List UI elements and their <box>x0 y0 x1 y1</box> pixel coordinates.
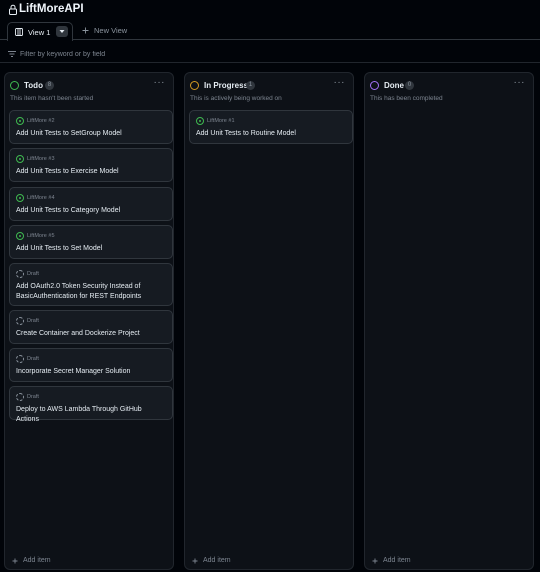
card-meta: Draft <box>16 270 39 278</box>
card[interactable]: Draft Add OAuth2.0 Token Security Instea… <box>9 263 173 306</box>
card-ref: LiftMore #3 <box>27 156 55 162</box>
column-header: In Progress 1 ··· This is actively being… <box>185 73 353 111</box>
project-title: LiftMoreAPI <box>19 3 84 15</box>
status-done-icon <box>370 81 379 90</box>
item-count: 8 <box>45 81 54 90</box>
card-meta: LiftMore #2 <box>16 117 55 125</box>
column-menu-button[interactable]: ··· <box>514 77 526 88</box>
card-ref: LiftMore #1 <box>207 118 235 124</box>
plus-icon <box>12 558 18 563</box>
draft-icon <box>16 355 24 363</box>
issue-open-icon <box>16 194 24 202</box>
column-todo: Todo 8 ··· This item hasn't been started… <box>4 72 174 570</box>
card-ref: Draft <box>27 394 39 400</box>
draft-icon <box>16 393 24 401</box>
add-item-label: Add item <box>383 557 411 564</box>
card-ref: Draft <box>27 356 39 362</box>
add-item-label: Add item <box>23 557 51 564</box>
card[interactable]: LiftMore #2 Add Unit Tests to SetGroup M… <box>9 110 173 144</box>
column-in-progress: In Progress 1 ··· This is actively being… <box>184 72 354 570</box>
filter-input[interactable] <box>20 47 520 61</box>
card-ref: LiftMore #5 <box>27 233 55 239</box>
lock-icon <box>9 4 17 15</box>
divider <box>0 62 540 63</box>
card[interactable]: LiftMore #5 Add Unit Tests to Set Model <box>9 225 173 259</box>
card-title[interactable]: Add Unit Tests to Category Model <box>16 206 166 216</box>
card-ref: LiftMore #4 <box>27 195 55 201</box>
issue-open-icon <box>16 232 24 240</box>
card-title[interactable]: Add Unit Tests to Exercise Model <box>16 167 166 177</box>
plus-icon <box>82 27 89 34</box>
card-title[interactable]: Deploy to AWS Lambda Through GitHub Acti… <box>16 405 166 425</box>
card-meta: LiftMore #5 <box>16 232 55 240</box>
caret-down-icon <box>59 30 65 33</box>
project-header: LiftMoreAPI <box>0 0 540 20</box>
column-header: Done 0 ··· This has been completed <box>365 73 533 111</box>
filter-icon <box>8 51 16 57</box>
card-meta: LiftMore #3 <box>16 155 55 163</box>
status-todo-icon <box>10 81 19 90</box>
card-title[interactable]: Add Unit Tests to Set Model <box>16 244 166 254</box>
card-meta: Draft <box>16 317 39 325</box>
new-view-button[interactable]: New View <box>82 26 127 35</box>
issue-open-icon <box>16 117 24 125</box>
item-count: 0 <box>405 81 414 90</box>
card-title[interactable]: Create Container and Dockerize Project <box>16 329 166 339</box>
column-header: Todo 8 ··· This item hasn't been started <box>5 73 173 111</box>
card-title[interactable]: Incorporate Secret Manager Solution <box>16 367 166 377</box>
column-title: Done <box>384 81 404 90</box>
card-ref: Draft <box>27 318 39 324</box>
card[interactable]: Draft Create Container and Dockerize Pro… <box>9 310 173 344</box>
draft-icon <box>16 270 24 278</box>
column-title: Todo <box>24 81 43 90</box>
column-description: This has been completed <box>370 95 443 102</box>
add-item-button[interactable]: Add item <box>372 557 411 564</box>
card-meta: LiftMore #4 <box>16 194 55 202</box>
status-in-progress-icon <box>190 81 199 90</box>
issue-open-icon <box>16 155 24 163</box>
card-ref: Draft <box>27 271 39 277</box>
plus-icon <box>372 558 378 563</box>
card[interactable]: LiftMore #1 Add Unit Tests to Routine Mo… <box>189 110 353 144</box>
column-title: In Progress <box>204 81 249 90</box>
item-count: 1 <box>246 81 255 90</box>
card[interactable]: LiftMore #4 Add Unit Tests to Category M… <box>9 187 173 221</box>
card-meta: Draft <box>16 393 39 401</box>
column-done: Done 0 ··· This has been completed Add i… <box>364 72 534 570</box>
card-meta: Draft <box>16 355 39 363</box>
view-options-button[interactable] <box>56 26 68 37</box>
card-title[interactable]: Add Unit Tests to SetGroup Model <box>16 129 166 139</box>
add-item-button[interactable]: Add item <box>12 557 51 564</box>
board-icon <box>15 28 23 36</box>
column-menu-button[interactable]: ··· <box>154 77 166 88</box>
column-description: This item hasn't been started <box>10 95 94 102</box>
column-menu-button[interactable]: ··· <box>334 77 346 88</box>
tab-view-1[interactable]: View 1 <box>7 22 73 41</box>
card[interactable]: LiftMore #3 Add Unit Tests to Exercise M… <box>9 148 173 182</box>
view-tabs: View 1 New View <box>0 20 540 41</box>
plus-icon <box>192 558 198 563</box>
issue-open-icon <box>196 117 204 125</box>
add-item-button[interactable]: Add item <box>192 557 231 564</box>
card[interactable]: Draft Deploy to AWS Lambda Through GitHu… <box>9 386 173 423</box>
card-title[interactable]: Add OAuth2.0 Token Security Instead of B… <box>16 282 166 302</box>
card-title[interactable]: Add Unit Tests to Routine Model <box>196 129 346 139</box>
card-meta: LiftMore #1 <box>196 117 235 125</box>
card-ref: LiftMore #2 <box>27 118 55 124</box>
tab-label: View 1 <box>28 28 51 37</box>
filter-bar <box>0 46 540 62</box>
add-item-label: Add item <box>203 557 231 564</box>
new-view-label: New View <box>94 26 128 35</box>
draft-icon <box>16 317 24 325</box>
column-description: This is actively being worked on <box>190 95 282 102</box>
card[interactable]: Draft Incorporate Secret Manager Solutio… <box>9 348 173 382</box>
